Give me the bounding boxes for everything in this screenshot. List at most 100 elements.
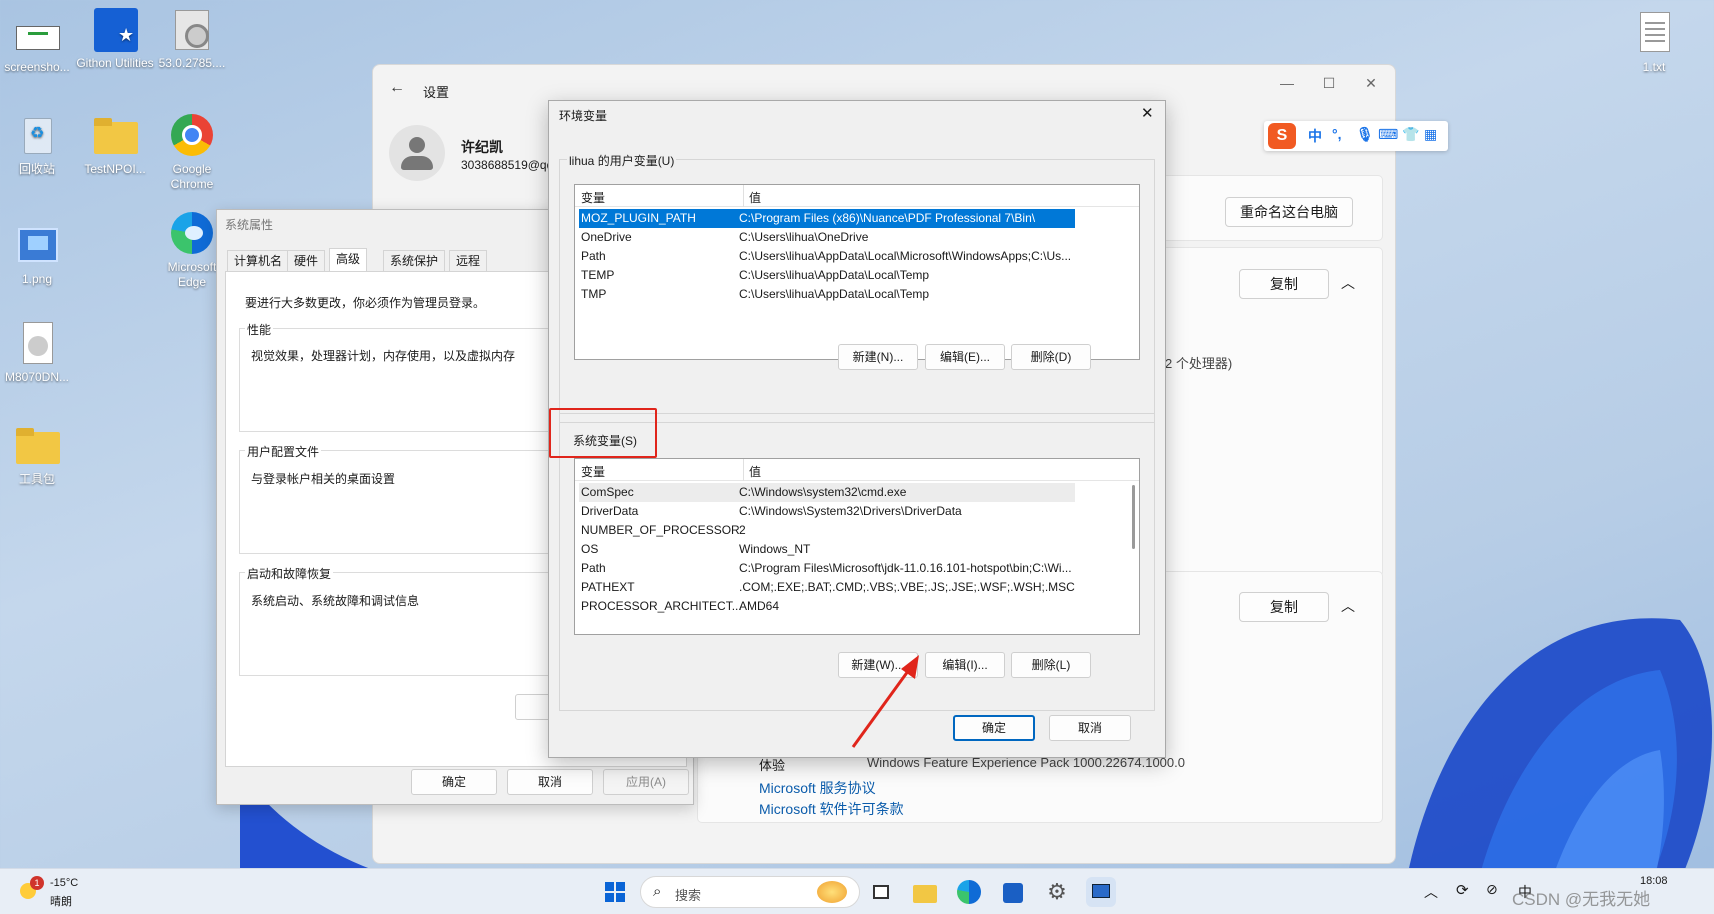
- text-file-icon: [1631, 10, 1677, 56]
- variable-value: 2: [739, 523, 746, 537]
- variable-name: TMP: [581, 287, 607, 301]
- desktop-icon-m8070[interactable]: M8070DN...: [0, 320, 77, 385]
- sogou-logo-icon[interactable]: S: [1268, 123, 1296, 149]
- file-explorer-icon[interactable]: [910, 877, 940, 907]
- weather-widget[interactable]: 1 -15°C 晴朗: [18, 875, 118, 909]
- table-row[interactable]: TMP C:\Users\lihua\AppData\Local\Temp: [579, 285, 1075, 304]
- col-header-variable[interactable]: 变量: [581, 189, 605, 206]
- store-icon[interactable]: [998, 877, 1028, 907]
- desktop-icon-chrome[interactable]: Google Chrome: [152, 112, 232, 192]
- ok-button[interactable]: 确定: [411, 769, 497, 795]
- document-icon: [14, 320, 60, 366]
- annotation-arrow: [851, 655, 919, 748]
- cancel-button[interactable]: 取消: [507, 769, 593, 795]
- tab-advanced[interactable]: 高级: [329, 248, 368, 272]
- profile-label: 用户配置文件: [245, 443, 322, 460]
- table-row[interactable]: NUMBER_OF_PROCESSORS 2: [579, 521, 1075, 540]
- desktop-icon-screenshot[interactable]: screensho...: [0, 10, 77, 75]
- desktop-icon-recycle-bin[interactable]: ♻ 回收站: [0, 112, 77, 177]
- col-header-value[interactable]: 值: [749, 189, 761, 206]
- search-highlight-icon: [817, 881, 847, 903]
- env-ok-button[interactable]: 确定: [953, 715, 1035, 741]
- table-row[interactable]: ComSpec C:\Windows\system32\cmd.exe: [579, 483, 1075, 502]
- close-icon[interactable]: ✕: [1351, 75, 1391, 92]
- table-row[interactable]: DriverData C:\Windows\System32\Drivers\Dr…: [579, 502, 1075, 521]
- start-icon[interactable]: [600, 877, 630, 907]
- user-delete-button[interactable]: 删除(D): [1011, 344, 1091, 370]
- variable-name: Path: [581, 249, 606, 263]
- punctuation-icon[interactable]: °,: [1332, 126, 1342, 142]
- microphone-icon[interactable]: 🎙: [1356, 126, 1374, 143]
- link-service-agreement[interactable]: Microsoft 服务协议: [759, 778, 876, 798]
- desktop-icon-toolkit[interactable]: 工具包: [0, 422, 77, 487]
- taskbar-search[interactable]: ⌕ 搜索: [640, 876, 860, 908]
- list-header: 变量 值: [575, 185, 1139, 207]
- tab-system-protection[interactable]: 系统保护: [383, 250, 446, 272]
- user-edit-button[interactable]: 编辑(E)...: [925, 344, 1005, 370]
- copy-button-device[interactable]: 复制: [1239, 269, 1329, 299]
- desktop-icon-1png[interactable]: 1.png: [0, 222, 77, 287]
- chevron-up-icon[interactable]: ︿: [1424, 882, 1438, 902]
- variable-name: NUMBER_OF_PROCESSORS: [581, 523, 741, 537]
- ime-mode-label[interactable]: 中: [1308, 126, 1322, 146]
- desktop-icon-testnpoi[interactable]: TestNPOI...: [75, 112, 155, 177]
- user-vars-label: lihua 的用户变量(U): [567, 152, 677, 169]
- system-edit-button[interactable]: 编辑(I)...: [925, 652, 1005, 678]
- link-license-terms[interactable]: Microsoft 软件许可条款: [759, 799, 904, 819]
- scrollbar[interactable]: [1132, 485, 1135, 549]
- tab-computer-name[interactable]: 计算机名: [227, 250, 290, 272]
- maximize-icon[interactable]: ☐: [1309, 75, 1349, 92]
- skin-icon[interactable]: 👕: [1402, 126, 1419, 143]
- minimize-icon[interactable]: —: [1267, 75, 1307, 91]
- tab-hardware[interactable]: 硬件: [287, 250, 326, 272]
- copy-button-windows[interactable]: 复制: [1239, 592, 1329, 622]
- table-row[interactable]: TEMP C:\Users\lihua\AppData\Local\Temp: [579, 266, 1075, 285]
- variable-name: MOZ_PLUGIN_PATH: [581, 211, 696, 225]
- desktop-icon-53[interactable]: 53.0.2785....: [152, 6, 232, 71]
- system-properties-taskbar-icon[interactable]: [1086, 877, 1116, 907]
- keyboard-icon[interactable]: ⌨: [1378, 126, 1398, 143]
- back-arrow-icon[interactable]: ←: [389, 79, 405, 97]
- edge-taskbar-icon[interactable]: [954, 877, 984, 907]
- system-delete-button[interactable]: 删除(L): [1011, 652, 1091, 678]
- watermark: CSDN @无我无她: [1512, 890, 1651, 909]
- variable-name: PATHEXT: [581, 580, 635, 594]
- table-row[interactable]: OS Windows_NT: [579, 540, 1075, 559]
- chevron-up-icon[interactable]: ︿: [1341, 273, 1355, 293]
- table-row[interactable]: Path C:\Users\lihua\AppData\Local\Microso…: [579, 247, 1075, 266]
- desktop-icon-1txt[interactable]: 1.txt: [1614, 10, 1694, 75]
- table-row[interactable]: PATHEXT .COM;.EXE;.BAT;.CMD;.VBS;.VBE;.JS…: [579, 578, 1075, 597]
- desktop-icon-githon[interactable]: ★ Githon Utilities: [75, 6, 155, 71]
- folder-icon: [92, 112, 138, 158]
- rename-pc-button[interactable]: 重命名这台电脑: [1225, 197, 1353, 227]
- chevron-up-icon[interactable]: ︿: [1341, 596, 1355, 616]
- weather-badge: 1: [30, 876, 44, 890]
- variable-name: OS: [581, 542, 599, 556]
- performance-label: 性能: [245, 321, 274, 338]
- tab-remote[interactable]: 远程: [449, 250, 488, 272]
- user-vars-list[interactable]: 变量 值 MOZ_PLUGIN_PATH C:\Program Files (x8…: [574, 184, 1140, 360]
- apply-button[interactable]: 应用(A): [603, 769, 689, 795]
- table-row[interactable]: MOZ_PLUGIN_PATH C:\Program Files (x86)\Nu…: [579, 209, 1075, 228]
- folder-icon: [14, 422, 60, 468]
- table-row[interactable]: PROCESSOR_ARCHITECT... AMD64: [579, 597, 1075, 616]
- weather-temp: -15°C: [50, 877, 79, 889]
- system-vars-list[interactable]: 变量 值 ComSpec C:\Windows\system32\cmd.exe D…: [574, 458, 1140, 635]
- search-placeholder: 搜索: [675, 888, 702, 903]
- network-icon[interactable]: ⊘: [1486, 881, 1498, 898]
- sync-icon[interactable]: ⟳: [1456, 881, 1469, 899]
- screenshot-icon: [14, 10, 60, 56]
- close-icon[interactable]: ✕: [1141, 104, 1154, 122]
- table-row[interactable]: OneDrive C:\Users\lihua\OneDrive: [579, 228, 1075, 247]
- task-view-icon[interactable]: [866, 877, 896, 907]
- settings-gear-icon[interactable]: ⚙: [1042, 877, 1072, 907]
- variable-name: PROCESSOR_ARCHITECT...: [581, 599, 741, 613]
- col-header-variable[interactable]: 变量: [581, 463, 605, 480]
- env-cancel-button[interactable]: 取消: [1049, 715, 1131, 741]
- table-row[interactable]: Path C:\Program Files\Microsoft\jdk-11.0.…: [579, 559, 1075, 578]
- variable-name: ComSpec: [581, 485, 634, 499]
- weather-desc: 晴朗: [50, 896, 72, 908]
- user-new-button[interactable]: 新建(N)...: [838, 344, 918, 370]
- toolbox-icon[interactable]: ▦: [1424, 126, 1437, 143]
- col-header-value[interactable]: 值: [749, 463, 761, 480]
